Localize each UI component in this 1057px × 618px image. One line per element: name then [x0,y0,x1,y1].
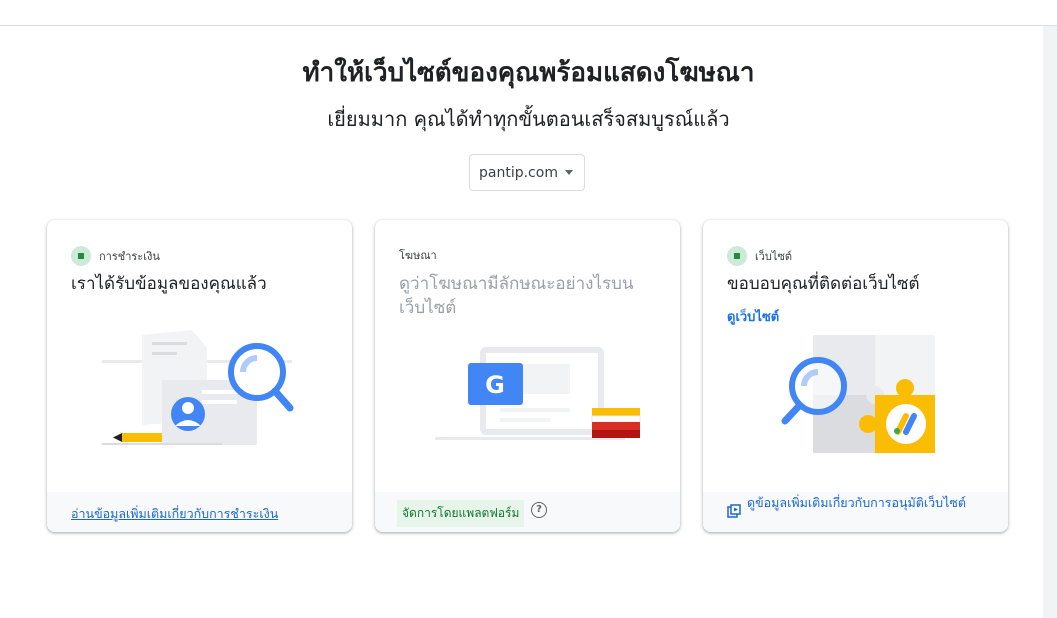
payment-illustration [102,330,294,445]
card-status-label: การชำระเงิน [99,250,160,263]
card-status-label: โฆษณา [399,249,437,262]
site-dropdown[interactable]: pantip.com [469,154,585,191]
card-footer: ดูข้อมูลเพิ่มเติมเกี่ยวกับการอนุมัติเว็บ… [703,492,1008,532]
status-check-icon [71,246,91,266]
card-status-label: เว็บไซต์ [755,250,793,263]
site-illustration [781,335,935,453]
ads-illustration: G [435,347,641,440]
card-footer: จัดการโดยแพลตฟอร์ม ? [375,492,680,532]
status-check-icon [727,246,747,266]
site-approval-learn-more-link[interactable]: ดูข้อมูลเพิ่มเติมเกี่ยวกับการอนุมัติเว็บ… [747,495,967,511]
page-subtitle: เยี่ยมมาก คุณได้ทำทุกขั้นตอนเสร็จสมบูรณ์… [327,107,730,131]
top-bar [0,0,1057,26]
page-title: ทำให้เว็บไซต์ของคุณพร้อมแสดงโฆษณา [302,58,755,88]
site-dropdown-value: pantip.com [479,164,558,181]
payments-learn-more-link[interactable]: อ่านข้อมูลเพิ่มเติมเกี่ยวกับการชำระเงิน [71,504,278,524]
view-site-link[interactable]: ดูเว็บไซต์ [727,306,779,327]
caret-down-icon [565,170,573,175]
managed-by-platform-badge: จัดการโดยแพลตฟอร์ม [397,500,525,527]
card-title: ขอบอบคุณที่ติดต่อเว็บไซต์ [727,274,920,294]
help-icon[interactable]: ? [531,502,547,518]
card-title: ดูว่าโฆษณามีลักษณะอย่างไรบนเว็บไซต์ [399,274,634,318]
payment-card: การชำระเงิน เราได้รับข้อมูลของคุณแล้ว อ่… [47,220,352,532]
video-library-icon [727,504,741,518]
card-status: โฆษณา [399,246,437,264]
card-title: เราได้รับข้อมูลของคุณแล้ว [71,274,267,294]
ads-card: โฆษณา ดูว่าโฆษณามีลักษณะอย่างไรบนเว็บไซต… [375,220,680,532]
site-card: เว็บไซต์ ขอบอบคุณที่ติดต่อเว็บไซต์ ดูเว็… [703,220,1008,532]
card-footer: อ่านข้อมูลเพิ่มเติมเกี่ยวกับการชำระเงิน [47,492,352,532]
google-g-logo: G [485,371,505,399]
card-status: การชำระเงิน [71,246,160,266]
card-status: เว็บไซต์ [727,246,792,266]
